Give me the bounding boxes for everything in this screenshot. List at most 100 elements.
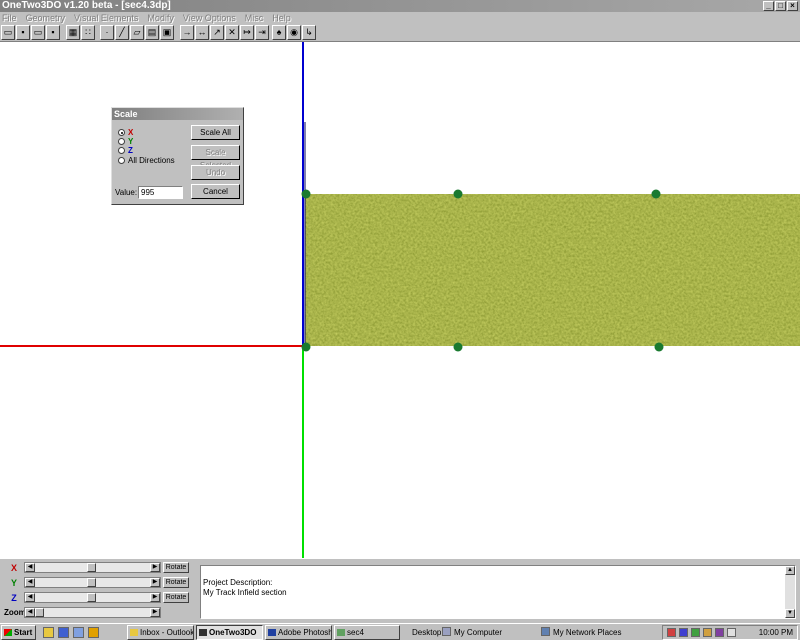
tray-icon[interactable] bbox=[667, 628, 676, 637]
slider-thumb[interactable] bbox=[87, 563, 96, 572]
fill-icon[interactable]: ▣ bbox=[160, 25, 174, 40]
scroll-up-icon[interactable]: ▲ bbox=[785, 566, 795, 575]
axis-icon[interactable]: ↳ bbox=[302, 25, 316, 40]
desktop-link[interactable]: Desktop bbox=[412, 628, 441, 637]
outlook-icon bbox=[130, 629, 138, 636]
close-button[interactable]: × bbox=[787, 1, 798, 11]
rotate-z-button[interactable]: Rotate bbox=[163, 592, 189, 603]
vertex-handle bbox=[301, 342, 311, 352]
maximize-button[interactable]: □ bbox=[775, 1, 786, 11]
media-quicklaunch-icon[interactable] bbox=[88, 627, 99, 638]
radio-x[interactable]: X bbox=[118, 128, 133, 137]
radio-all-directions[interactable]: All Directions bbox=[118, 156, 175, 165]
slider-thumb[interactable] bbox=[87, 578, 96, 587]
x-slider[interactable]: ◀ ▶ bbox=[24, 562, 161, 573]
ie-quicklaunch-icon[interactable] bbox=[58, 627, 69, 638]
scroll-right-icon[interactable]: ▶ bbox=[150, 578, 160, 587]
network-icon[interactable] bbox=[541, 627, 550, 636]
scroll-right-icon[interactable]: ▶ bbox=[150, 563, 160, 572]
menu-help[interactable]: Help bbox=[272, 12, 291, 24]
texture-icon[interactable]: ▤ bbox=[145, 25, 159, 40]
radio-all-circle[interactable] bbox=[118, 157, 125, 164]
menu-visual-elements[interactable]: Visual Elements bbox=[74, 12, 138, 24]
task-outlook[interactable]: Inbox - Outlook... bbox=[127, 625, 194, 640]
rotate-y-button[interactable]: Rotate bbox=[163, 577, 189, 588]
radio-z-label: Z bbox=[128, 146, 133, 155]
scroll-right-icon[interactable]: ▶ bbox=[150, 608, 160, 617]
task-sec4[interactable]: sec4 bbox=[334, 625, 400, 640]
y-slider[interactable]: ◀ ▶ bbox=[24, 577, 161, 588]
vertex-handle bbox=[453, 189, 463, 199]
eye-icon[interactable]: ◉ bbox=[287, 25, 301, 40]
scale-dialog-title[interactable]: Scale bbox=[112, 108, 243, 120]
menu-view-options[interactable]: View Options bbox=[183, 12, 236, 24]
vertex-handle bbox=[654, 342, 664, 352]
scale-all-button[interactable]: Scale All bbox=[191, 125, 240, 140]
radio-z[interactable]: Z bbox=[118, 146, 133, 155]
control-panel: X ◀ ▶ Rotate Y ◀ ▶ Rotate Z ◀ ▶ Rotate Z… bbox=[0, 558, 800, 620]
project-description-box[interactable]: Project Description: My Track Infield se… bbox=[200, 565, 796, 619]
desktop-quicklaunch-icon[interactable] bbox=[73, 627, 84, 638]
3d-viewport[interactable]: Scale X Y Z All Directions Scale All Sca… bbox=[0, 42, 800, 558]
dots-icon[interactable]: ∷ bbox=[81, 25, 95, 40]
vertex-icon[interactable]: · bbox=[100, 25, 114, 40]
start-button[interactable]: Start bbox=[1, 625, 36, 640]
menu-geometry[interactable]: Geometry bbox=[26, 12, 66, 24]
menu-misc[interactable]: Misc bbox=[245, 12, 264, 24]
my-computer-icon[interactable] bbox=[442, 627, 451, 636]
scale-icon[interactable]: ✕ bbox=[225, 25, 239, 40]
stretch-icon[interactable]: ↦ bbox=[240, 25, 254, 40]
save-disk-icon[interactable]: ▪ bbox=[46, 25, 60, 40]
tray-icon[interactable] bbox=[703, 628, 712, 637]
scale-dialog: Scale X Y Z All Directions Scale All Sca… bbox=[111, 107, 244, 205]
radio-y[interactable]: Y bbox=[118, 137, 133, 146]
undo-button[interactable]: Undo bbox=[191, 165, 240, 180]
minimize-button[interactable]: _ bbox=[763, 1, 774, 11]
radio-y-circle[interactable] bbox=[118, 138, 125, 145]
my-network-places-link[interactable]: My Network Places bbox=[553, 628, 621, 637]
radio-z-circle[interactable] bbox=[118, 147, 125, 154]
x-rotate-row: X ◀ ▶ Rotate bbox=[4, 562, 189, 573]
scroll-left-icon[interactable]: ◀ bbox=[25, 608, 35, 617]
scroll-right-icon[interactable]: ▶ bbox=[150, 593, 160, 602]
task-onetwo3do[interactable]: OneTwo3DO bbox=[196, 625, 263, 640]
clock[interactable]: 10:00 PM bbox=[759, 626, 793, 639]
value-input[interactable]: 995 bbox=[138, 186, 183, 199]
move-diagonal-icon[interactable]: ↗ bbox=[210, 25, 224, 40]
volume-icon[interactable] bbox=[727, 628, 736, 637]
grid-icon[interactable]: ▦ bbox=[66, 25, 80, 40]
move-x-icon[interactable]: → bbox=[180, 25, 194, 40]
menu-file[interactable]: File bbox=[2, 12, 17, 24]
cancel-button[interactable]: Cancel bbox=[191, 184, 240, 199]
scroll-left-icon[interactable]: ◀ bbox=[25, 578, 35, 587]
z-slider[interactable]: ◀ ▶ bbox=[24, 592, 161, 603]
sec4-icon bbox=[337, 629, 345, 636]
scroll-down-icon[interactable]: ▼ bbox=[785, 609, 795, 618]
my-computer-link[interactable]: My Computer bbox=[454, 628, 502, 637]
polygon-icon[interactable]: ▱ bbox=[130, 25, 144, 40]
tray-icon[interactable] bbox=[679, 628, 688, 637]
rotate-x-button[interactable]: Rotate bbox=[163, 562, 189, 573]
tray-icon[interactable] bbox=[715, 628, 724, 637]
open-icon[interactable]: ▭ bbox=[31, 25, 45, 40]
scroll-left-icon[interactable]: ◀ bbox=[25, 563, 35, 572]
extend-icon[interactable]: ⇥ bbox=[255, 25, 269, 40]
task-photoshop[interactable]: Adobe Photosh... bbox=[265, 625, 332, 640]
menu-modify[interactable]: Modify bbox=[147, 12, 174, 24]
scale-selected-button[interactable]: Scale Selected bbox=[191, 145, 240, 170]
brush-icon[interactable]: ♠ bbox=[272, 25, 286, 40]
outlook-quicklaunch-icon[interactable] bbox=[43, 627, 54, 638]
radio-x-label: X bbox=[128, 128, 134, 137]
tray-icon[interactable] bbox=[691, 628, 700, 637]
save-icon[interactable]: ▪ bbox=[16, 25, 30, 40]
radio-x-circle[interactable] bbox=[118, 129, 125, 136]
line-icon[interactable]: ╱ bbox=[115, 25, 129, 40]
zoom-slider[interactable]: ◀ ▶ bbox=[24, 607, 161, 618]
slider-thumb[interactable] bbox=[87, 593, 96, 602]
slider-thumb[interactable] bbox=[35, 608, 44, 617]
description-scrollbar[interactable]: ▲ ▼ bbox=[785, 566, 795, 618]
window-title-bar[interactable]: OneTwo3DO v1.20 beta - [sec4.3dp] _ □ × bbox=[0, 0, 800, 12]
scroll-left-icon[interactable]: ◀ bbox=[25, 593, 35, 602]
open-folder-icon[interactable]: ▭ bbox=[1, 25, 15, 40]
move-both-icon[interactable]: ↔ bbox=[195, 25, 209, 40]
